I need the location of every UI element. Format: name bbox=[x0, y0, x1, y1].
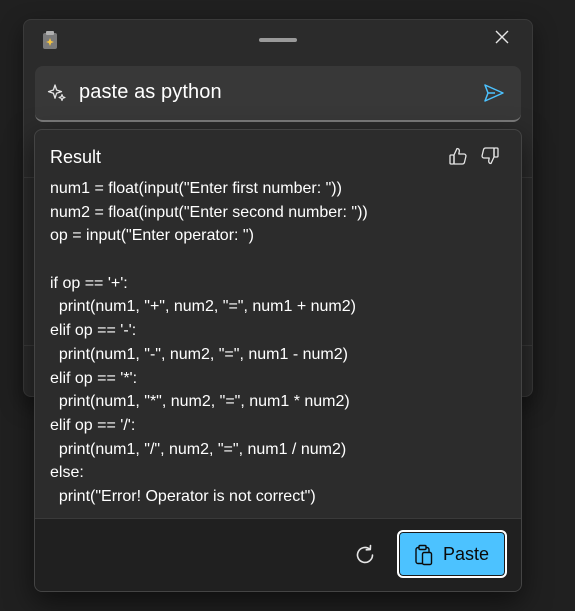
paste-button-label: Paste bbox=[443, 544, 490, 564]
sparkle-icon bbox=[47, 83, 67, 103]
code-line: elif op == '/': bbox=[50, 416, 136, 434]
send-icon[interactable] bbox=[483, 82, 505, 104]
code-line: elif op == '*': bbox=[50, 369, 138, 387]
desktop-background: paste as python Result num1 = float(inpu… bbox=[0, 0, 575, 611]
prompt-text[interactable]: paste as python bbox=[79, 81, 222, 104]
code-line: print(num1, "/", num2, "=", num1 / num2) bbox=[50, 440, 347, 458]
close-icon bbox=[495, 30, 509, 49]
code-line: num2 = float(input("Enter second number:… bbox=[50, 203, 368, 221]
paste-icon bbox=[414, 544, 434, 566]
code-line: elif op == '-': bbox=[50, 322, 137, 340]
code-line: else: bbox=[50, 464, 84, 482]
result-footer: Paste bbox=[35, 518, 521, 591]
code-line: num1 = float(input("Enter first number: … bbox=[50, 180, 342, 197]
code-line: print(num1, "+", num2, "=", num1 + num2) bbox=[50, 298, 356, 316]
result-code: num1 = float(input("Enter first number: … bbox=[50, 177, 510, 517]
result-card: Result num1 = float(input("Enter first n… bbox=[34, 129, 522, 592]
thumbs-down-icon[interactable] bbox=[479, 145, 501, 167]
clipboard-sparkle-icon bbox=[41, 30, 59, 50]
code-line: op = input("Enter operator: ") bbox=[50, 227, 254, 245]
code-line: print(num1, "*", num2, "=", num1 * num2) bbox=[50, 393, 350, 411]
result-title: Result bbox=[50, 147, 102, 167]
code-line: print("Error! Operator is not correct") bbox=[50, 487, 316, 505]
prompt-input[interactable]: paste as python bbox=[35, 66, 521, 122]
drag-handle[interactable] bbox=[259, 38, 297, 42]
thumbs-up-icon[interactable] bbox=[447, 145, 469, 167]
code-line: if op == '+': bbox=[50, 274, 128, 292]
paste-button[interactable]: Paste bbox=[397, 530, 507, 578]
code-line: print(num1, "-", num2, "=", num1 - num2) bbox=[50, 345, 348, 363]
close-button[interactable] bbox=[490, 27, 514, 51]
refresh-icon[interactable] bbox=[352, 542, 378, 568]
